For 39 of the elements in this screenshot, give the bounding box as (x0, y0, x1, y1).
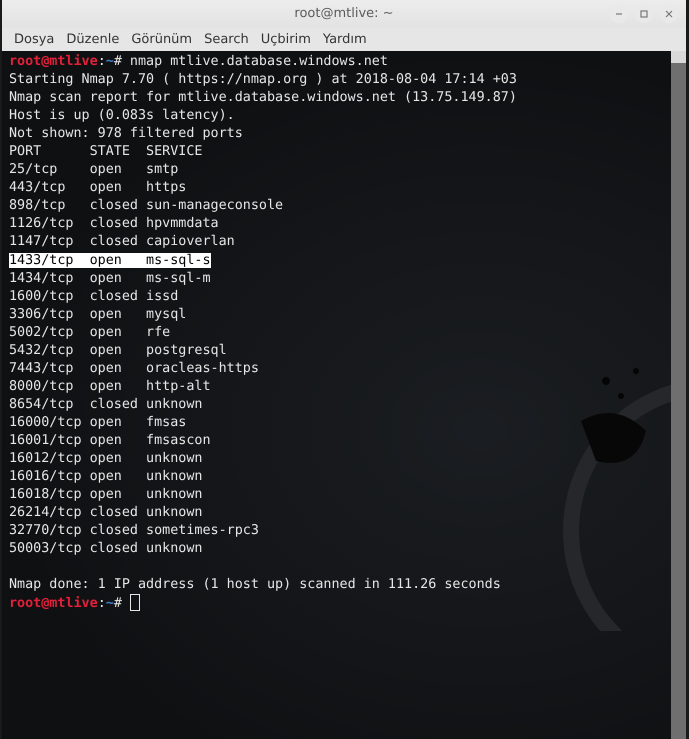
terminal-line: 16001/tcp open fmsascon (9, 432, 211, 448)
terminal-line: 5432/tcp open postgresql (9, 342, 227, 358)
terminal-line: 32770/tcp closed sometimes-rpc3 (9, 523, 259, 538)
menu-item[interactable]: Görünüm (125, 30, 198, 50)
close-icon (665, 10, 673, 18)
terminal-line: 1600/tcp closed issd (9, 288, 178, 304)
terminal-line: 50003/tcp closed unknown (9, 541, 202, 556)
terminal-line: 5002/tcp open rfe (9, 324, 170, 340)
prompt-line: root@mtlive:~# (9, 596, 123, 612)
terminal-line: 8000/tcp open http-alt (9, 378, 211, 394)
terminal-line: 26214/tcp closed unknown (9, 505, 202, 520)
window-title: root@mtlive: ~ (294, 5, 394, 24)
terminal-line: 8654/tcp closed unknown (9, 396, 202, 412)
terminal-line: Host is up (0.083s latency). (9, 108, 235, 124)
menu-item[interactable]: Yardım (316, 30, 373, 50)
scrollbar[interactable] (671, 51, 686, 739)
terminal-line: 16012/tcp open unknown (9, 451, 202, 466)
terminal-line: 898/tcp closed sun-manageconsole (9, 198, 284, 214)
terminal-line: 1147/tcp closed capioverlan (9, 234, 235, 250)
terminal-line: Nmap scan report for mtlive.database.windows.net (13.75.149.87) (9, 90, 517, 106)
terminal-line: Not shown: 978 filtered ports (9, 126, 243, 142)
terminal-line: 1434/tcp open ms-sql-m (9, 270, 211, 286)
terminal-line: Nmap done: 1 IP address (1 host up) scanned in 111.26 seconds (9, 577, 501, 592)
maximize-icon (640, 10, 648, 18)
terminal-line: 1126/tcp closed hpvmmdata (9, 216, 219, 232)
prompt-line: root@mtlive:~# nmap mtlive.database.windows.net (9, 54, 388, 69)
terminal-line: Starting Nmap 7.70 ( https://nmap.org ) at 2018-08-04 17:14 +03 (9, 72, 517, 88)
menu-item[interactable]: Search (198, 30, 255, 50)
terminal-line: 16000/tcp open fmsas (9, 414, 186, 430)
menu-item[interactable]: Uçbirim (254, 30, 317, 50)
terminal-line: 7443/tcp open oracleas-https (9, 360, 259, 376)
terminal-line: 443/tcp open https (9, 180, 186, 196)
terminal-line: 16016/tcp open unknown (9, 469, 202, 484)
terminal-line: 3306/tcp open mysql (9, 306, 186, 322)
terminal-line: 16018/tcp open unknown (9, 487, 202, 502)
terminal-line: 25/tcp open smtp (9, 162, 178, 178)
terminal-line: PORT STATE SERVICE (9, 144, 202, 160)
menu-item[interactable]: Dosya (8, 30, 60, 50)
menu-item[interactable]: Düzenle (60, 30, 126, 50)
